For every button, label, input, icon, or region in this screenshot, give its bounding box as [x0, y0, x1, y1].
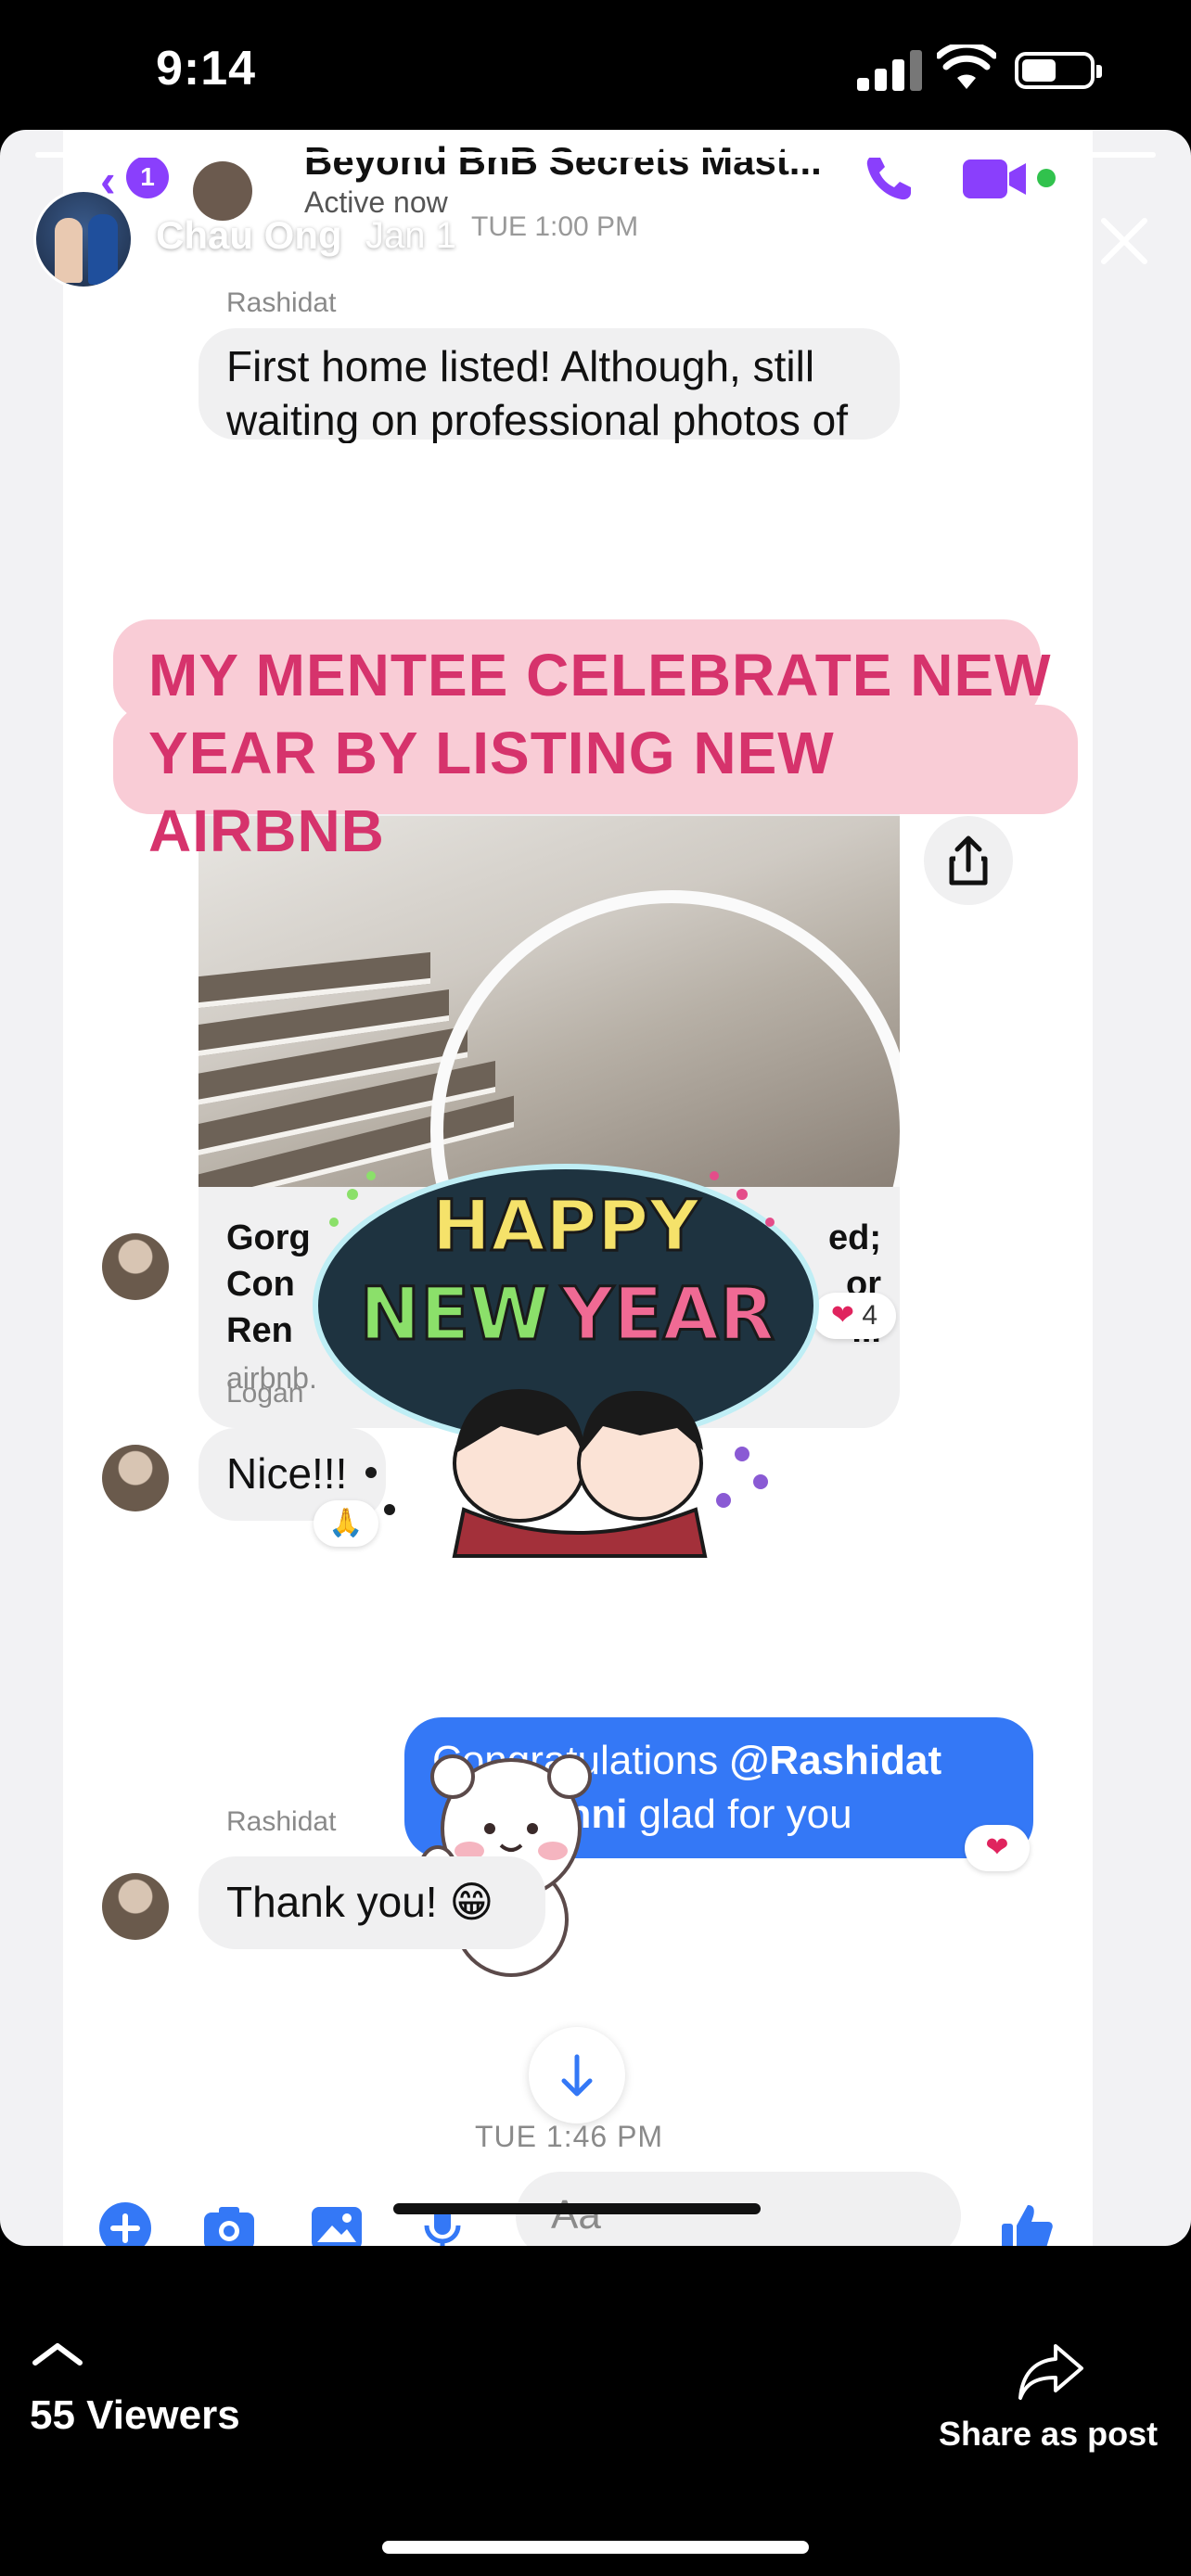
- signal-icon: [857, 48, 924, 91]
- viewers-count[interactable]: 55 Viewers: [30, 2392, 240, 2439]
- status-time: 9:14: [156, 42, 257, 96]
- story-text-banner: MY MENTEE CELEBRATE NEW YEAR BY LISTING …: [113, 619, 1078, 864]
- scroll-down-button[interactable]: [529, 2027, 625, 2123]
- screenshot-home-indicator: [393, 2203, 761, 2214]
- story-date: Jan 1: [365, 215, 456, 256]
- more-icon[interactable]: [970, 230, 1035, 249]
- heart-icon[interactable]: ❤: [965, 1825, 1030, 1871]
- camera-icon[interactable]: [200, 2200, 258, 2246]
- message-timestamp: TUE 1:46 PM: [475, 2120, 664, 2153]
- heart-icon: ❤: [830, 1300, 855, 1331]
- story-progress: [35, 152, 1156, 158]
- arrow-down-icon: [561, 2054, 593, 2097]
- story-avatar[interactable]: [33, 189, 134, 289]
- link-title-left: Gorg Con Ren: [226, 1218, 311, 1350]
- group-name: Beyond BnB Secrets Mast...: [304, 139, 822, 183]
- sender-label: Logan: [226, 1378, 304, 1409]
- message-text: Thank you! 😁: [226, 1878, 494, 1926]
- video-icon: [963, 159, 1026, 198]
- banner-line-1: MY MENTEE CELEBRATE NEW: [148, 642, 1052, 708]
- online-indicator: [1037, 169, 1056, 187]
- listing-photo: [198, 816, 900, 1187]
- sticker-new: NEW: [360, 1273, 550, 1357]
- home-indicator: [382, 2541, 809, 2554]
- plus-icon[interactable]: [96, 2200, 154, 2246]
- battery-icon: [1015, 52, 1102, 89]
- wifi-icon: [937, 45, 996, 89]
- sender-label: Rashidat: [226, 1806, 337, 1837]
- message-text: First home listed! Although, still waiti…: [226, 342, 848, 443]
- image-icon[interactable]: [308, 2200, 365, 2246]
- header-timestamp: TUE 1:00 PM: [471, 211, 639, 242]
- avatar[interactable]: [102, 1233, 169, 1300]
- sender-label: Rashidat: [226, 287, 337, 318]
- message-bubble: Thank you! 😁: [198, 1856, 545, 1949]
- close-icon[interactable]: [1096, 213, 1152, 269]
- share-icon[interactable]: [1017, 2340, 1085, 2402]
- share-as-post-button[interactable]: Share as post: [939, 2415, 1158, 2454]
- like-icon[interactable]: [998, 2200, 1056, 2246]
- chevron-up-icon[interactable]: [32, 2340, 83, 2368]
- sticker-year: YEAR: [560, 1273, 775, 1357]
- back-count-badge: 1: [126, 156, 169, 198]
- banner-line-2: YEAR BY LISTING NEW AIRBNB: [148, 720, 835, 864]
- story-username[interactable]: Chau Ong: [156, 213, 342, 258]
- happy-new-year-sticker: HAPPY NEW YEAR: [313, 1164, 819, 1558]
- avatar[interactable]: [102, 1873, 169, 1940]
- avatar[interactable]: [102, 1445, 169, 1511]
- story-card[interactable]: ‹ 1 Beyond BnB Secrets Mast... Active no…: [0, 130, 1191, 2246]
- group-avatar: [193, 161, 252, 221]
- sticker-happy: HAPPY: [432, 1184, 701, 1267]
- phone-icon: [866, 156, 911, 200]
